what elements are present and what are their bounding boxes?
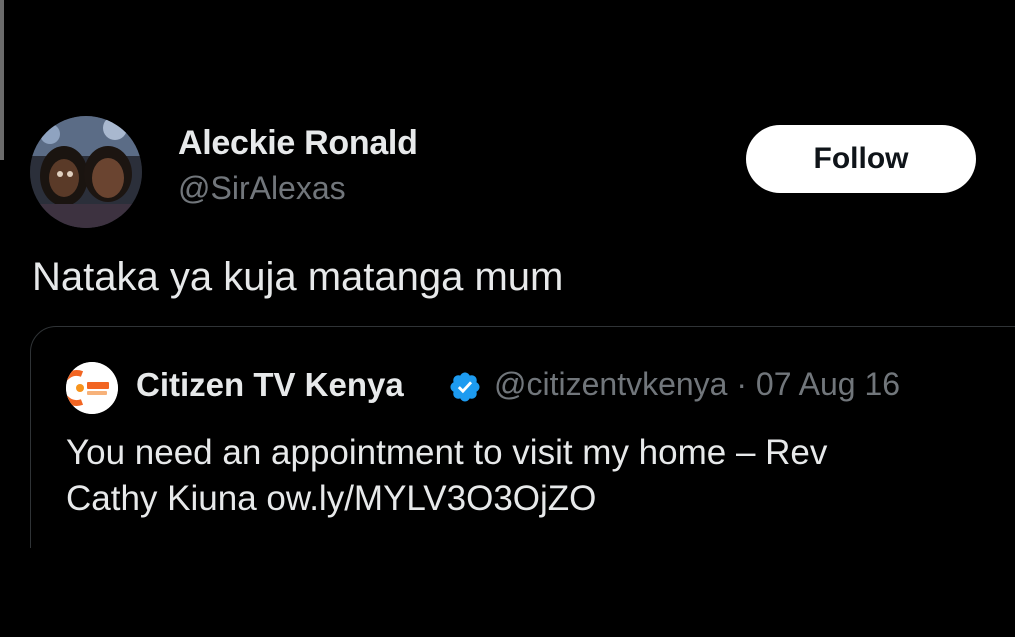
quoted-author-avatar[interactable]	[66, 362, 118, 414]
screen-edge	[0, 0, 4, 160]
follow-button[interactable]: Follow	[746, 125, 976, 193]
quoted-text-line-1: You need an appointment to visit my home…	[66, 433, 828, 472]
tweet-text: Nataka ya kuja matanga mum	[32, 255, 564, 299]
tweet-screenshot: Aleckie Ronald @SirAlexas Follow Nataka …	[0, 0, 1015, 637]
quoted-text-line-2[interactable]: Cathy Kiuna ow.ly/MYLV3O3OjZO	[66, 476, 966, 522]
author-name[interactable]: Aleckie Ronald	[178, 124, 418, 163]
quoted-date[interactable]: 07 Aug 16	[756, 366, 900, 402]
quoted-author-handle[interactable]: @citizentvkenya	[494, 366, 727, 402]
verified-badge-icon	[450, 372, 480, 402]
meta-separator: ·	[736, 366, 748, 402]
author-handle[interactable]: @SirAlexas	[178, 170, 346, 207]
author-avatar[interactable]	[30, 116, 142, 228]
quoted-meta: @citizentvkenya · 07 Aug 16	[494, 366, 900, 403]
screenshot-crop	[0, 548, 1015, 637]
quoted-tweet-text: You need an appointment to visit my home…	[66, 430, 966, 522]
quoted-author-name[interactable]: Citizen TV Kenya	[136, 366, 404, 404]
